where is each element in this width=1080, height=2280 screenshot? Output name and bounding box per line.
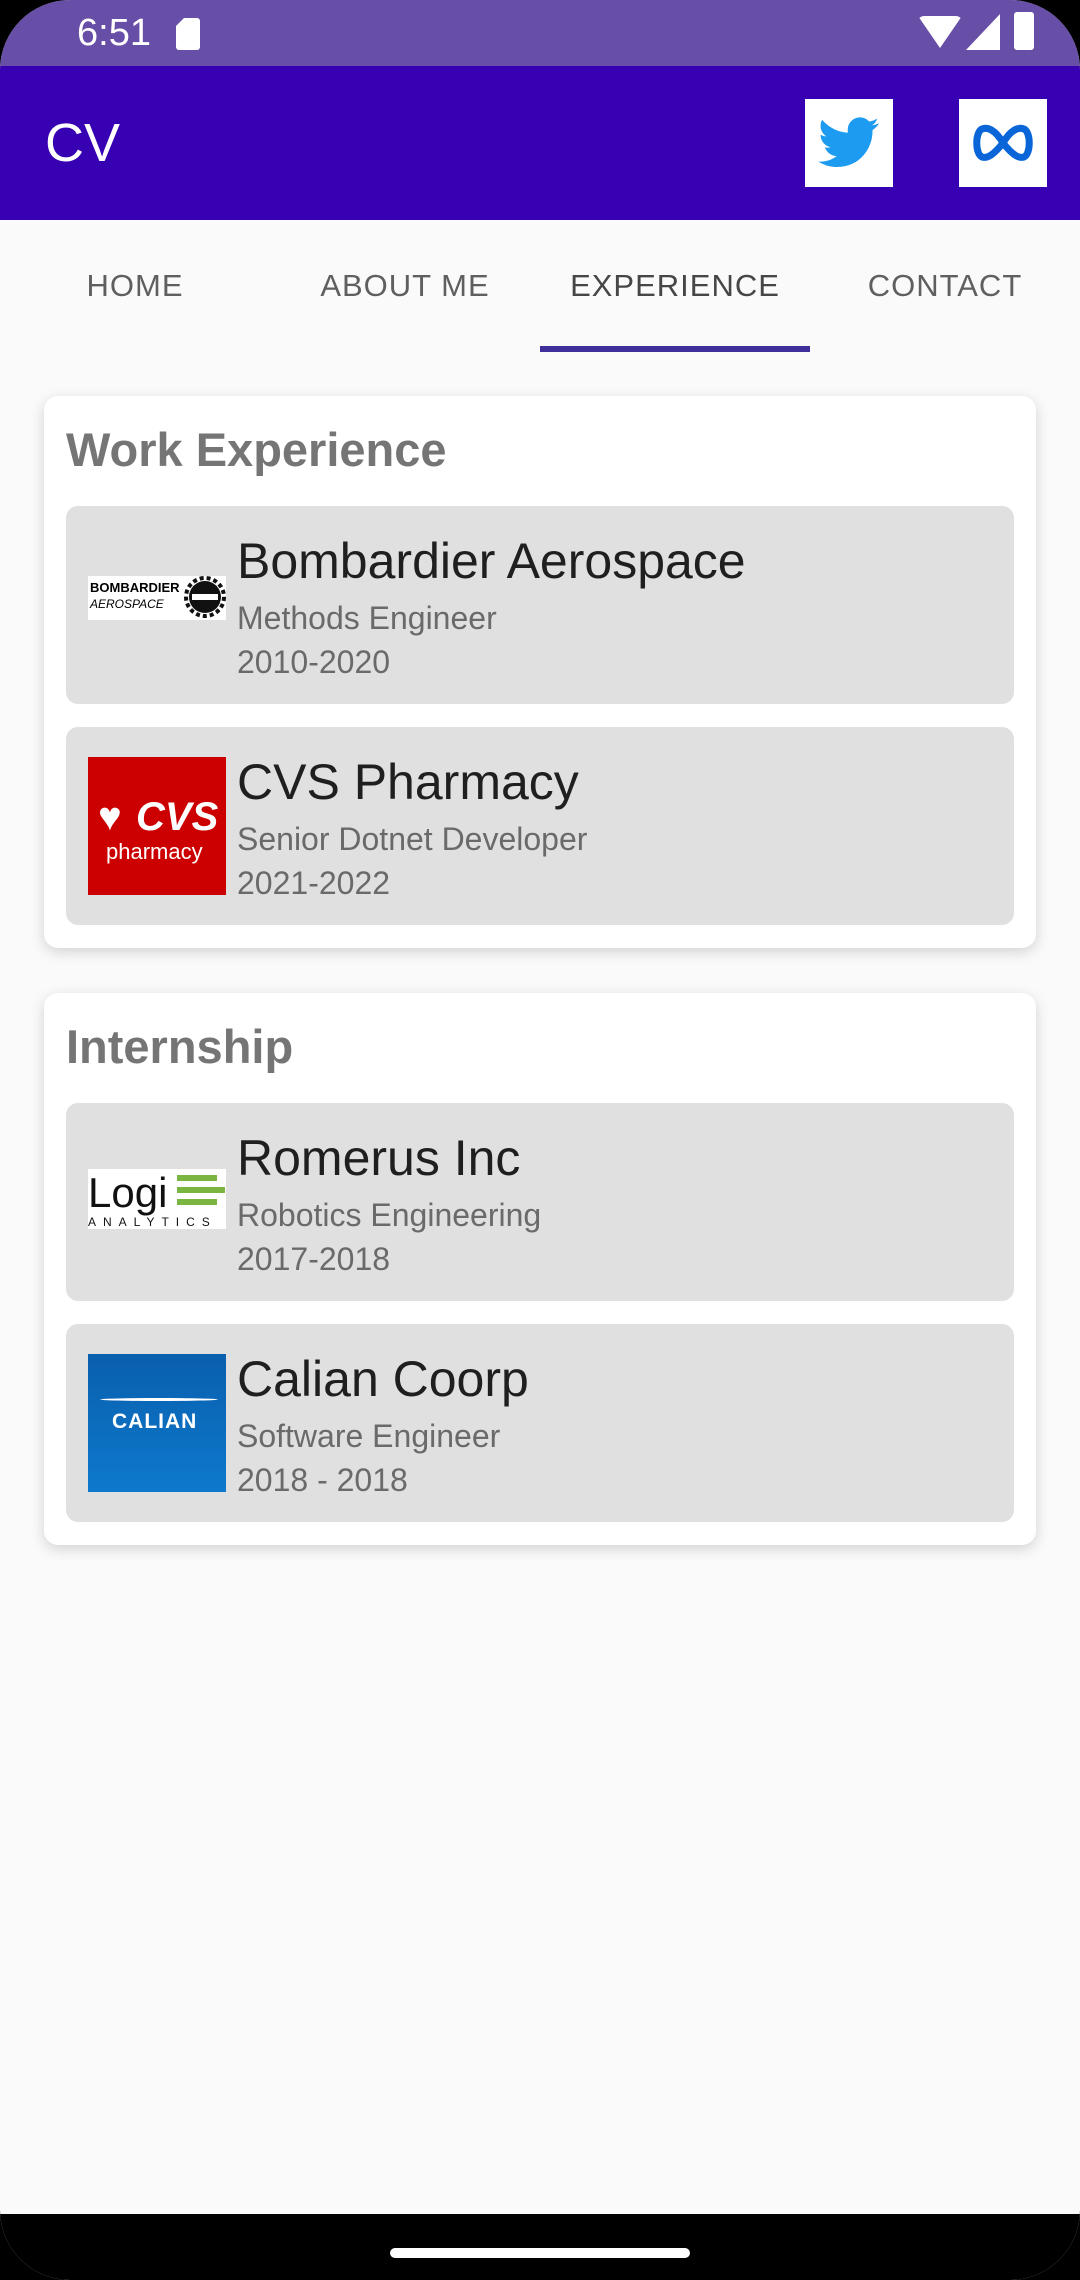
bombardier-logo: BOMBARDIER AEROSPACE — [88, 576, 226, 620]
tab-indicator — [540, 346, 810, 352]
internship-item[interactable]: CALIAN Calian Coorp Software Engineer 20… — [66, 1324, 1014, 1522]
logi-analytics-logo: Logi ANALYTICS — [88, 1169, 226, 1229]
company-name: Bombardier Aerospace — [237, 533, 746, 589]
tab-bar: HOME ABOUT ME EXPERIENCE CONTACT — [0, 220, 1080, 352]
logo-bar — [177, 1175, 217, 1181]
meta-infinity-icon — [973, 124, 1033, 161]
twitter-bird-icon — [818, 117, 879, 168]
calian-logo: CALIAN — [88, 1354, 226, 1492]
experience-item[interactable]: BOMBARDIER AEROSPACE Bombardier Aerospac… — [66, 506, 1014, 704]
cvs-logo: ♥ CVS pharmacy — [88, 757, 226, 895]
company-name: CVS Pharmacy — [237, 754, 579, 810]
logo-bar — [177, 1199, 217, 1205]
job-years: 2018 - 2018 — [237, 1462, 408, 1498]
company-name: Romerus Inc — [237, 1130, 521, 1186]
job-role: Software Engineer — [237, 1418, 501, 1454]
logo-text: BOMBARDIER — [90, 580, 180, 595]
internship-item[interactable]: Logi ANALYTICS Romerus Inc Robotics Engi… — [66, 1103, 1014, 1301]
navigation-bar — [0, 2214, 1080, 2280]
logo-text: CALIAN — [112, 1410, 198, 1433]
logo-text: Logi — [88, 1169, 168, 1216]
signal-icon — [966, 14, 1000, 50]
job-years: 2017-2018 — [237, 1241, 391, 1277]
internship-card: Internship Logi ANALYTICS Romerus Inc Ro… — [44, 993, 1036, 1545]
tab-about-me[interactable]: ABOUT ME — [270, 220, 540, 352]
logo-bar — [177, 1187, 225, 1193]
app-bar: CV — [0, 66, 1080, 220]
wifi-icon — [918, 16, 962, 48]
battery-icon — [1014, 12, 1034, 50]
sd-card-icon — [176, 18, 200, 50]
screen: 6:51 CV HOME ABOUT ME EXPERIENCE CONTACT… — [0, 0, 1080, 2280]
logo-text: AEROSPACE — [90, 597, 164, 611]
meta-button[interactable] — [959, 99, 1047, 187]
job-role: Methods Engineer — [237, 600, 497, 636]
heart-icon: ♥ — [98, 795, 122, 839]
app-title: CV — [45, 113, 121, 173]
tab-home[interactable]: HOME — [0, 220, 270, 352]
card-title: Internship — [66, 1020, 294, 1073]
logo-text: CVS — [136, 795, 219, 839]
card-title: Work Experience — [66, 423, 447, 476]
job-role: Robotics Engineering — [237, 1197, 542, 1233]
status-bar: 6:51 — [0, 0, 1080, 66]
twitter-button[interactable] — [805, 99, 893, 187]
logo-text: pharmacy — [106, 839, 203, 864]
status-time: 6:51 — [77, 12, 151, 54]
tab-contact[interactable]: CONTACT — [810, 220, 1080, 352]
job-role: Senior Dotnet Developer — [237, 821, 588, 857]
job-years: 2010-2020 — [237, 644, 391, 680]
logo-swoosh — [100, 1398, 218, 1401]
tab-experience[interactable]: EXPERIENCE — [540, 220, 810, 352]
home-gesture-handle[interactable] — [390, 2248, 690, 2258]
gear-icon — [184, 576, 226, 618]
experience-item[interactable]: ♥ CVS pharmacy CVS Pharmacy Senior Dotne… — [66, 727, 1014, 925]
job-years: 2021-2022 — [237, 865, 391, 901]
work-experience-card: Work Experience BOMBARDIER AEROSPACE Bom… — [44, 396, 1036, 948]
logo-text: ANALYTICS — [88, 1215, 217, 1229]
company-name: Calian Coorp — [237, 1351, 529, 1407]
